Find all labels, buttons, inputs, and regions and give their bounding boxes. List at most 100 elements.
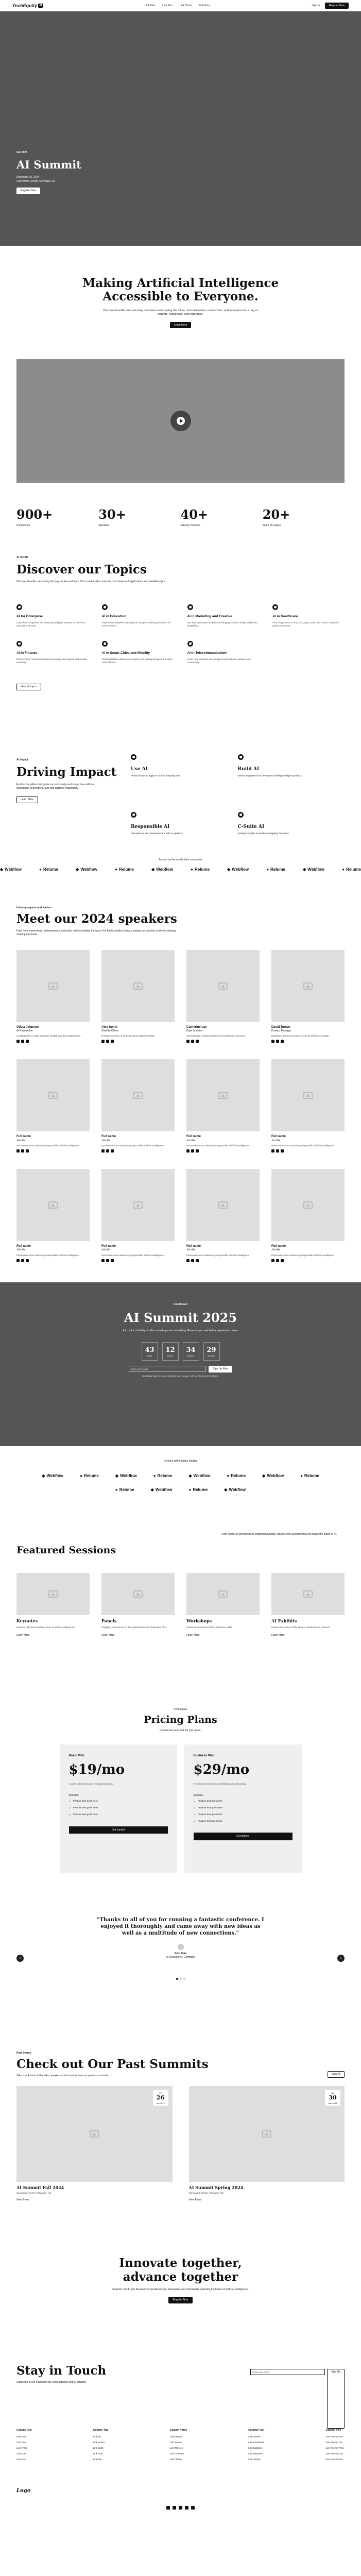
footer-link[interactable]: Link Sixteen bbox=[248, 2435, 264, 2438]
footer-link[interactable]: Link Twenty Three bbox=[325, 2447, 345, 2450]
x-icon[interactable] bbox=[106, 1259, 109, 1263]
dribbble-icon[interactable] bbox=[26, 1149, 29, 1153]
footer-link[interactable]: Link Fourteen bbox=[169, 2452, 187, 2455]
footer-link[interactable]: Link Nine bbox=[93, 2452, 109, 2455]
video-player[interactable] bbox=[16, 359, 345, 483]
x-icon[interactable] bbox=[106, 1149, 109, 1153]
hero-register-button[interactable]: Register Now bbox=[16, 188, 41, 194]
footer-link[interactable]: Link Twelve bbox=[169, 2441, 187, 2444]
cta-button[interactable]: Register Now bbox=[168, 2296, 193, 2303]
x-icon[interactable] bbox=[21, 1149, 24, 1153]
footer-link[interactable]: Link Six bbox=[93, 2435, 109, 2438]
instagram-icon[interactable] bbox=[173, 2506, 176, 2510]
view-all-button[interactable]: View All bbox=[327, 2071, 345, 2078]
plan-cta-button[interactable]: Get started bbox=[193, 1833, 293, 1841]
nav-link[interactable]: Link Three bbox=[180, 4, 192, 8]
carousel-dot[interactable] bbox=[176, 1977, 178, 1980]
carousel-dot[interactable] bbox=[179, 1977, 182, 1980]
event-link[interactable]: View Event bbox=[189, 2198, 202, 2201]
footer-link[interactable]: Link Eleven bbox=[169, 2435, 187, 2438]
newsletter-signup-button[interactable]: Sign Up bbox=[327, 2369, 345, 2429]
x-icon[interactable] bbox=[276, 1149, 279, 1153]
carousel-dot[interactable] bbox=[183, 1977, 185, 1980]
register-button[interactable]: Register Now bbox=[324, 2, 349, 9]
dribbble-icon[interactable] bbox=[26, 1259, 29, 1263]
dribbble-icon[interactable] bbox=[196, 1259, 199, 1263]
x-icon[interactable] bbox=[21, 1040, 24, 1043]
dribbble-icon[interactable] bbox=[196, 1040, 199, 1043]
linkedin-icon[interactable] bbox=[271, 1040, 274, 1043]
x-icon[interactable] bbox=[276, 1259, 279, 1263]
x-icon[interactable] bbox=[191, 1149, 194, 1153]
session-link[interactable]: Learn More bbox=[271, 1634, 285, 1637]
linkedin-icon[interactable] bbox=[186, 1040, 190, 1043]
linkedin-icon[interactable] bbox=[271, 1259, 274, 1263]
footer-link[interactable]: Link Three bbox=[16, 2447, 32, 2450]
footer-link[interactable]: Link Twenty Four bbox=[325, 2452, 345, 2455]
chevron-right-icon[interactable]: › bbox=[337, 1955, 345, 1962]
footer-link[interactable]: Link Ten bbox=[93, 2458, 109, 2461]
nav-link[interactable]: Link Four bbox=[199, 4, 210, 8]
dribbble-icon[interactable] bbox=[26, 1040, 29, 1043]
dribbble-icon[interactable] bbox=[281, 1040, 284, 1043]
footer-link[interactable]: Link Eight bbox=[93, 2447, 109, 2450]
footer-link[interactable]: Link Nineteen bbox=[248, 2452, 264, 2455]
x-icon[interactable] bbox=[276, 1040, 279, 1043]
chevron-left-icon[interactable]: ‹ bbox=[16, 1955, 24, 1962]
facebook-icon[interactable] bbox=[166, 2506, 170, 2510]
play-icon[interactable] bbox=[170, 411, 191, 432]
footer-link[interactable]: Link Twenty Five bbox=[325, 2458, 345, 2461]
x-icon[interactable] bbox=[191, 1259, 194, 1263]
footer-link[interactable]: Link Five bbox=[16, 2458, 32, 2461]
linkedin-icon[interactable] bbox=[16, 1149, 20, 1153]
session-link[interactable]: Learn More bbox=[101, 1634, 115, 1637]
email-input[interactable]: Enter your email bbox=[129, 1366, 207, 1372]
impact-button[interactable]: Learn More bbox=[16, 796, 38, 803]
nav-link[interactable]: Link Two bbox=[162, 4, 173, 8]
footer-link[interactable]: Link Four bbox=[16, 2452, 32, 2455]
x-icon[interactable] bbox=[179, 2506, 182, 2510]
newsletter-email-input[interactable]: Enter your email bbox=[250, 2369, 325, 2376]
x-icon[interactable] bbox=[21, 1259, 24, 1263]
footer-link[interactable]: Link Twenty Two bbox=[325, 2441, 345, 2444]
footer-link[interactable]: Link Twenty bbox=[248, 2458, 264, 2461]
linkedin-icon[interactable] bbox=[101, 1040, 105, 1043]
footer-link[interactable]: Link Thirteen bbox=[169, 2447, 187, 2450]
linkedin-icon[interactable] bbox=[185, 2506, 188, 2510]
linkedin-icon[interactable] bbox=[186, 1259, 190, 1263]
dribbble-icon[interactable] bbox=[111, 1149, 114, 1153]
linkedin-icon[interactable] bbox=[271, 1149, 274, 1153]
logo[interactable]: TechEquity AI bbox=[12, 3, 43, 9]
dribbble-icon[interactable] bbox=[111, 1040, 114, 1043]
linkedin-icon[interactable] bbox=[16, 1259, 20, 1263]
x-icon[interactable] bbox=[106, 1040, 109, 1043]
footer-link[interactable]: Link Seventeen bbox=[248, 2441, 264, 2444]
footer-link[interactable]: Link Fifteen bbox=[169, 2458, 187, 2461]
x-icon[interactable] bbox=[191, 1040, 194, 1043]
dribbble-icon[interactable] bbox=[281, 1149, 284, 1153]
session-grid: Keynotes Inspiring talks from leading voi… bbox=[16, 1572, 345, 1637]
signup-button[interactable]: Sign Up Now bbox=[209, 1366, 232, 1372]
footer-link[interactable]: Link Seven bbox=[93, 2441, 109, 2444]
dribbble-icon[interactable] bbox=[281, 1259, 284, 1263]
mission-button[interactable]: Learn More bbox=[169, 321, 192, 329]
footer-link[interactable]: Link Twenty One bbox=[325, 2435, 345, 2438]
linkedin-icon[interactable] bbox=[101, 1259, 105, 1263]
youtube-icon[interactable] bbox=[191, 2506, 195, 2510]
footer-link[interactable]: Link One bbox=[16, 2435, 32, 2438]
nav-link[interactable]: Link One bbox=[145, 4, 155, 8]
plan-cta-button[interactable]: Get started bbox=[68, 1826, 168, 1834]
session-link[interactable]: Learn More bbox=[16, 1634, 30, 1637]
session-link[interactable]: Learn More bbox=[186, 1634, 200, 1637]
footer-link[interactable]: Link Two bbox=[16, 2441, 32, 2444]
footer-link[interactable]: Link Eighteen bbox=[248, 2447, 264, 2450]
linkedin-icon[interactable] bbox=[186, 1149, 190, 1153]
dribbble-icon[interactable] bbox=[196, 1149, 199, 1153]
linkedin-icon[interactable] bbox=[16, 1040, 20, 1043]
event-link[interactable]: View Event bbox=[16, 2198, 29, 2201]
signin-link[interactable]: Sign In bbox=[312, 4, 320, 8]
footer-logo[interactable]: Logo bbox=[16, 2487, 30, 2495]
linkedin-icon[interactable] bbox=[101, 1149, 105, 1153]
dribbble-icon[interactable] bbox=[111, 1259, 114, 1263]
view-topics-button[interactable]: View all topics bbox=[16, 683, 41, 690]
